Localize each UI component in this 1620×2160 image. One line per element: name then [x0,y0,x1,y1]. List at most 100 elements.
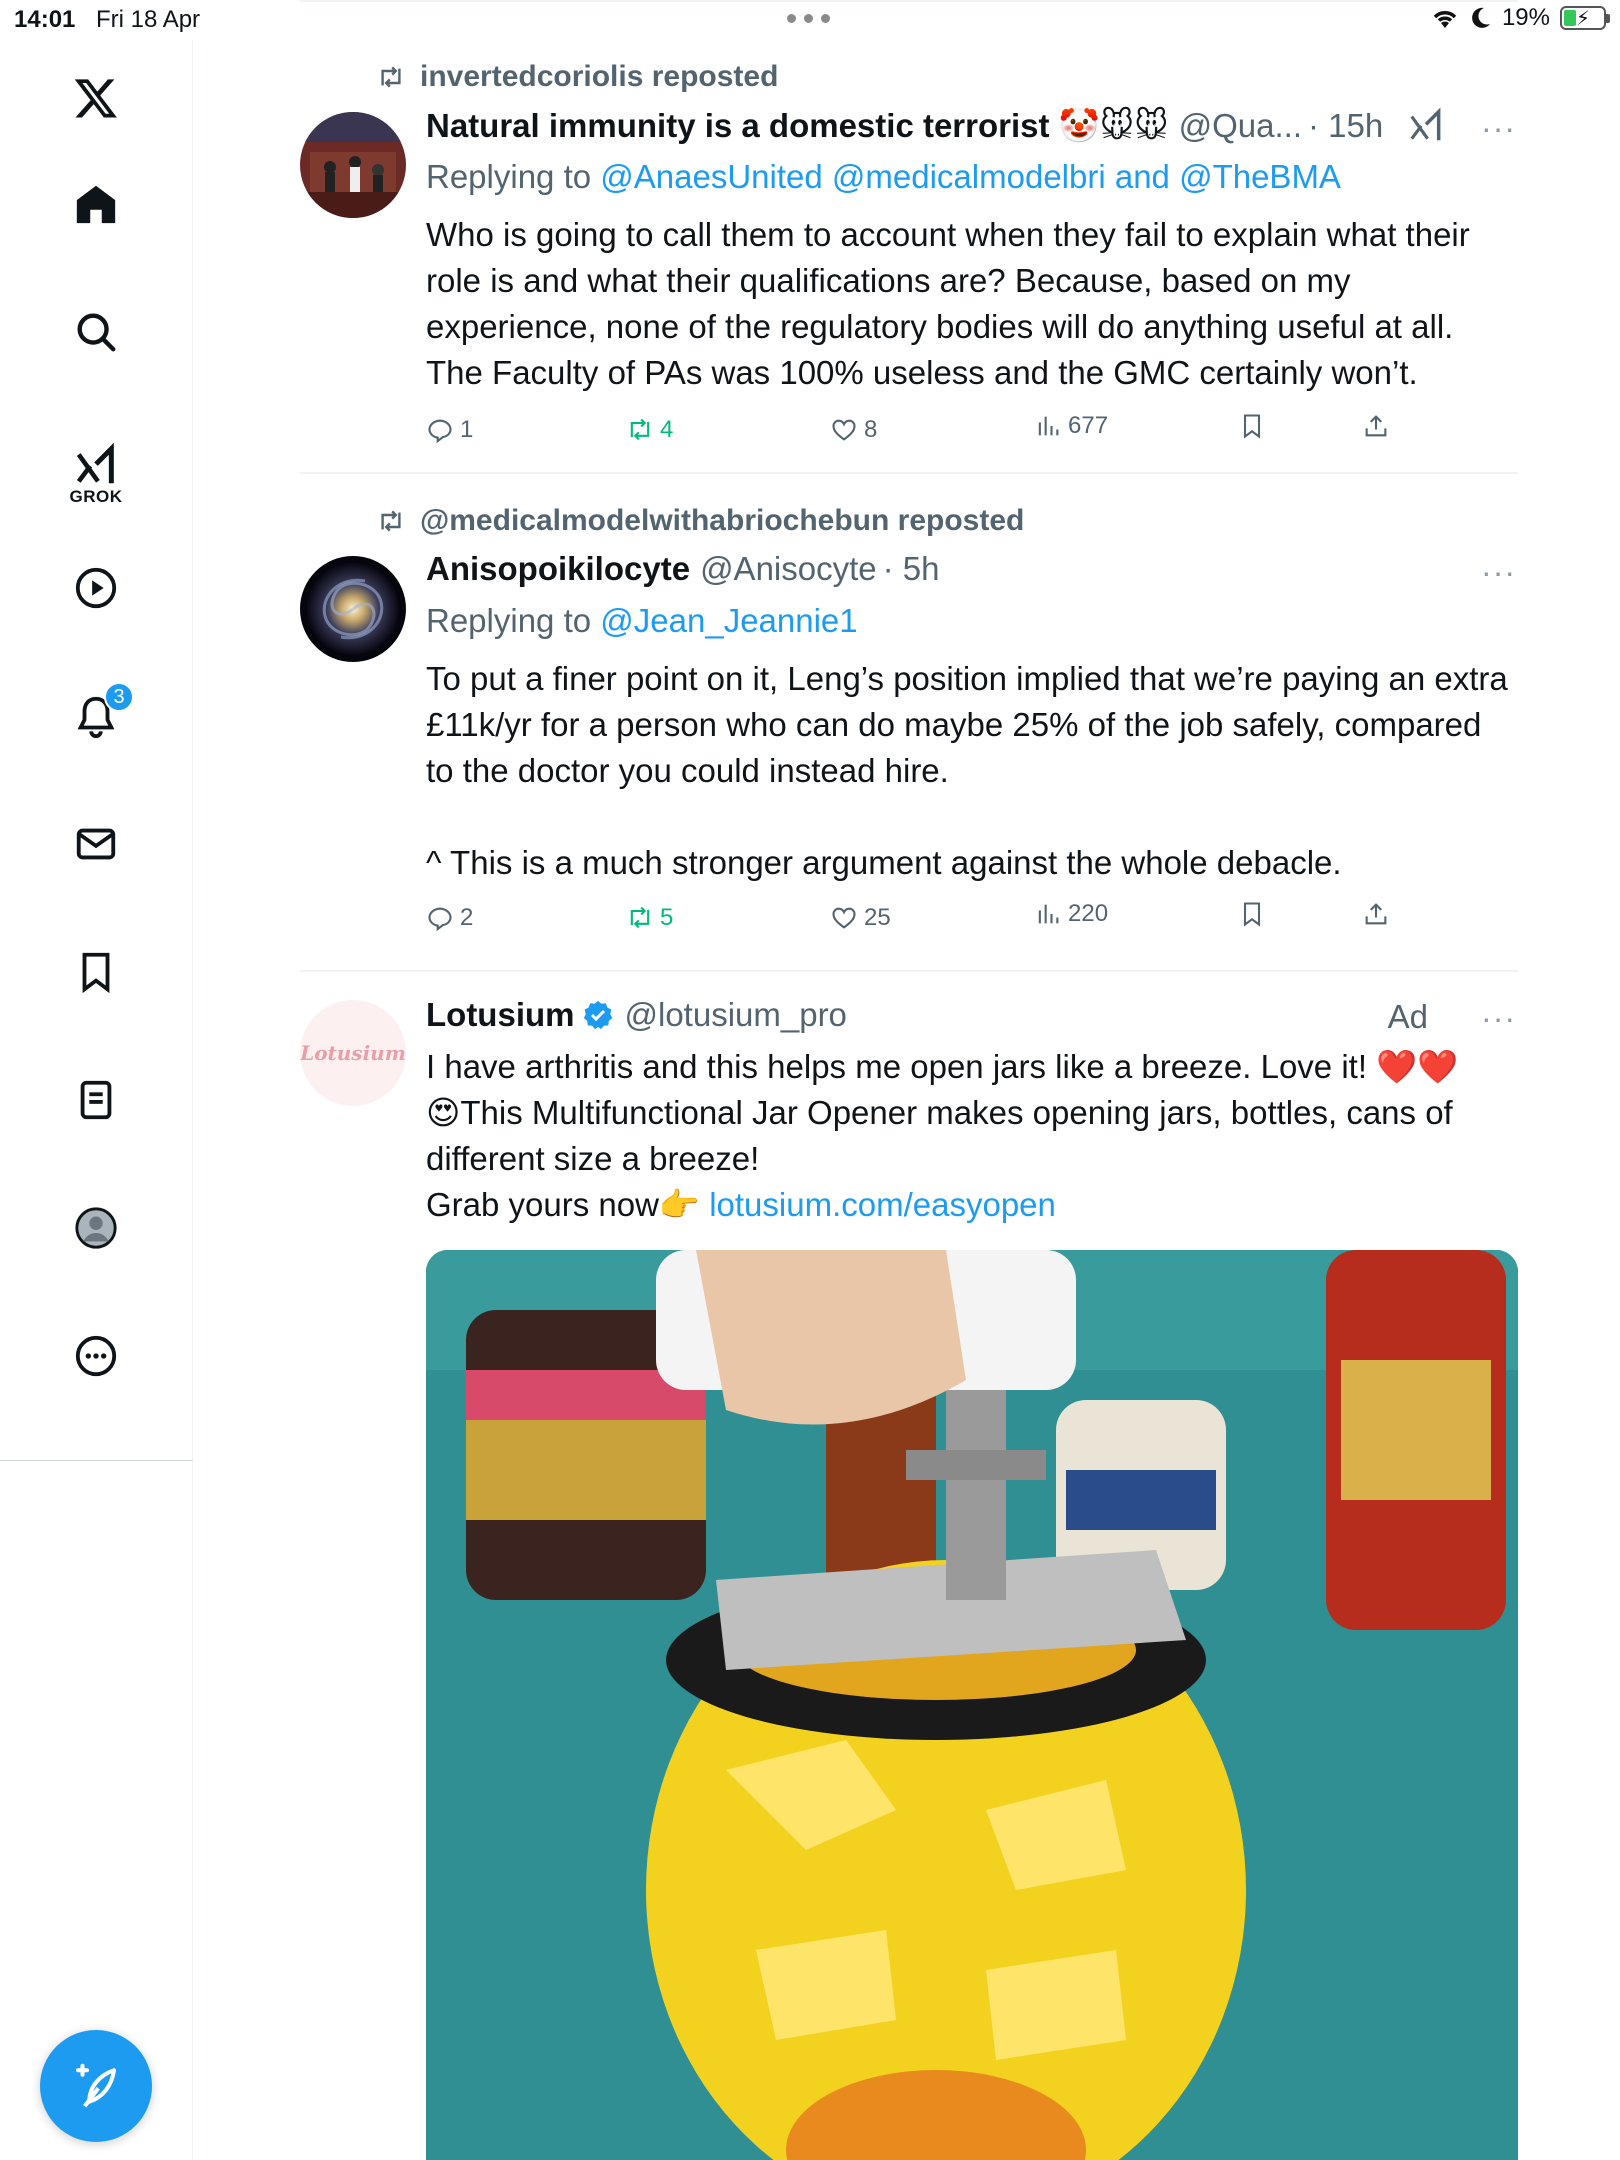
tweet-header: Lotusium @lotusium_pro [426,996,847,1034]
like-count: 25 [864,904,891,931]
tweet-time[interactable]: · 5h [883,550,940,588]
display-name[interactable]: Lotusium [426,996,574,1034]
view-count: 220 [1068,900,1109,927]
bookmark-icon [1243,902,1261,927]
repost-icon [630,906,650,929]
reply-prefix: Replying to [426,158,592,195]
more-options-icon[interactable]: ··· [1481,1000,1516,1037]
reply-users[interactable]: @AnaesUnited @medicalmodelbri and @TheBM… [600,158,1341,195]
status-date: Fri 18 Apr [96,6,201,33]
home-icon[interactable] [56,164,136,244]
tweet-time[interactable]: · 15h [1308,107,1383,145]
tweet-paragraph: ^ This is a much stronger argument again… [426,844,1342,881]
views-icon [1038,416,1059,436]
avatar[interactable] [300,112,406,218]
status-time: 14:01 [14,6,76,33]
display-name[interactable]: Natural immunity is a domestic terrorist… [426,106,1169,146]
repost-by: invertedcoriolis reposted [420,60,779,93]
like-button[interactable]: 25 [830,904,891,932]
notifications-badge: 3 [104,682,134,712]
avatar[interactable]: Lotusium [300,1000,406,1106]
repost-icon [381,66,401,88]
multitasking-dots-icon[interactable] [787,14,830,23]
compose-feather-icon [75,2063,117,2108]
reply-users[interactable]: @Jean_Jeannie1 [600,602,857,639]
ad-link[interactable]: lotusium.com/easyopen [709,1186,1056,1223]
status-bar: 14:01 Fri 18 Apr 19% ⚡ [0,0,1620,40]
repost-context: invertedcoriolis reposted [376,60,778,94]
tweet-divider [300,0,1518,2]
messages-icon[interactable] [56,804,136,884]
video-icon[interactable] [56,548,136,628]
tweet-divider [300,472,1518,474]
grok-label: GROK [69,487,123,506]
tweet-paragraph: Grab yours now👉 [426,1186,710,1223]
search-icon[interactable] [56,292,136,372]
tweet-actions: 2 5 25 220 [426,900,1426,944]
views-icon [1038,904,1059,924]
more-options-icon[interactable]: ··· [1481,554,1516,591]
tweet-header: Anisopoikilocyte @Anisocyte · 5h [426,550,940,588]
user-handle[interactable]: @Anisocyte [700,550,877,588]
repost-icon [630,418,650,441]
reply-button[interactable]: 2 [426,904,473,932]
share-icon [1365,903,1387,925]
share-icon [1365,415,1387,437]
heart-icon [832,907,856,929]
tweet-text: To put a finer point on it, Leng’s posit… [426,656,1518,886]
tweet-actions: 1 4 8 677 [426,412,1426,456]
repost-button[interactable]: 5 [626,904,673,932]
views-button[interactable]: 677 [1034,412,1108,440]
repost-button[interactable]: 4 [626,416,673,444]
replying-to: Replying to @Jean_Jeannie1 [426,602,858,640]
ad-media-image[interactable] [426,1250,1518,2160]
more-icon[interactable] [56,1316,136,1396]
battery-percent: 19% [1501,4,1550,31]
tweet-paragraph: I have arthritis and this helps me open … [426,1048,1459,1085]
lists-icon[interactable] [56,1060,136,1140]
x-logo-icon[interactable] [56,58,136,138]
grok-explain-icon[interactable] [1407,107,1445,145]
reply-count: 2 [460,904,474,931]
share-button[interactable] [1362,412,1390,440]
bookmark-button[interactable] [1238,412,1266,440]
user-handle[interactable]: @lotusium_pro [624,996,846,1034]
more-options-icon[interactable]: ··· [1481,110,1516,147]
tweet-text: Who is going to call them to account whe… [426,216,1470,391]
moon-icon [1472,7,1490,28]
view-count: 677 [1068,412,1109,439]
wifi-icon [1433,11,1457,28]
bookmark-icon [1243,414,1261,439]
reply-count: 1 [460,416,474,443]
share-button[interactable] [1362,900,1390,928]
repost-count: 5 [660,904,674,931]
repost-count: 4 [660,416,674,443]
grok-icon[interactable]: GROK [56,420,136,530]
replying-to: Replying to @AnaesUnited @medicalmodelbr… [426,158,1341,196]
heart-icon [832,419,856,441]
bookmarks-icon[interactable] [56,932,136,1012]
user-handle[interactable]: @Qua... [1179,107,1302,145]
sidebar-divider [0,1460,193,1461]
tweet-paragraph: To put a finer point on it, Leng’s posit… [426,660,1508,789]
repost-icon [381,510,401,532]
ad-label: Ad [1387,998,1428,1035]
repost-by: @medicalmodelwithabriochebun reposted [420,504,1025,537]
bookmark-button[interactable] [1238,900,1266,928]
display-name[interactable]: Anisopoikilocyte [426,550,690,588]
reply-prefix: Replying to [426,602,592,639]
reply-button[interactable]: 1 [426,416,473,444]
tweet-text: I have arthritis and this helps me open … [426,1044,1518,1228]
tweet-divider [300,970,1518,972]
like-button[interactable]: 8 [830,416,877,444]
repost-context: @medicalmodelwithabriochebun reposted [376,504,1024,538]
reply-icon [428,907,452,932]
battery-icon: ⚡ [1560,6,1610,30]
compose-button[interactable] [40,2030,152,2142]
profile-icon[interactable] [56,1188,136,1268]
avatar[interactable] [300,556,406,662]
notifications-icon[interactable]: 3 [56,676,136,756]
views-button[interactable]: 220 [1034,900,1108,928]
sidebar: GROK 3 [0,40,193,2160]
tweet-header: Natural immunity is a domestic terrorist… [426,106,1445,146]
